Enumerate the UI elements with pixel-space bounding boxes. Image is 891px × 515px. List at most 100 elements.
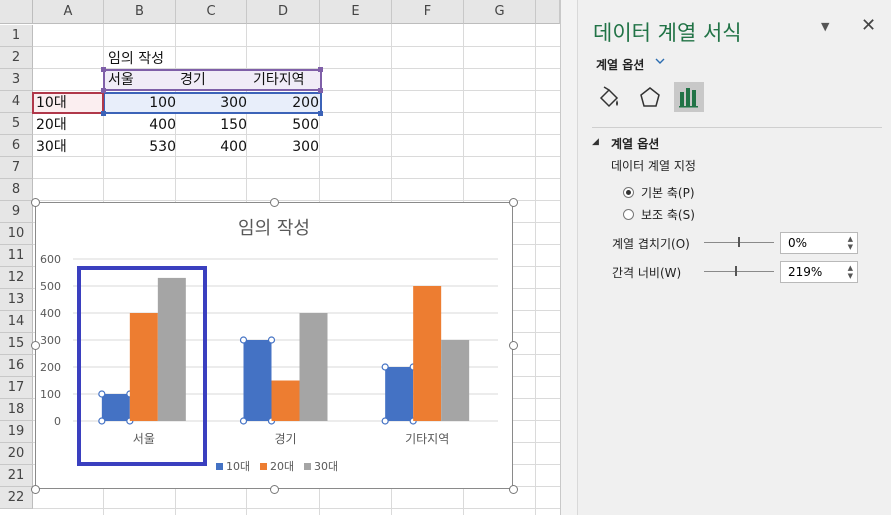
legend-entry[interactable]: 10대: [226, 460, 250, 473]
chevron-down-icon[interactable]: [655, 55, 665, 69]
row-header-11[interactable]: 11: [0, 245, 33, 267]
overlap-spinner[interactable]: 0% ▲ ▼: [780, 232, 858, 254]
spreadsheet-grid[interactable]: ABCDEFG 1 2 3 4 5 6 7 8 9 10 11 12 13 14 15 16 17 18 19 20 2…: [0, 0, 560, 515]
cell-a4[interactable]: 10대: [36, 93, 67, 113]
row-header-15[interactable]: 15: [0, 333, 33, 355]
cell-b5[interactable]: 400: [104, 115, 176, 135]
secondary-axis-radio[interactable]: [623, 209, 634, 220]
selected-series-handle[interactable]: [239, 336, 248, 344]
row-header-17[interactable]: 17: [0, 377, 33, 399]
row-header-4[interactable]: 4: [0, 91, 33, 113]
row-header-12[interactable]: 12: [0, 267, 33, 289]
spin-down-icon[interactable]: ▼: [848, 273, 853, 280]
legend-entry[interactable]: 30대: [314, 460, 338, 473]
chart-resize-handle[interactable]: [509, 341, 518, 350]
cell-d4[interactable]: 200: [247, 93, 319, 113]
cell-b6[interactable]: 530: [104, 137, 176, 157]
chart-resize-handle[interactable]: [509, 485, 518, 494]
row-header-9[interactable]: 9: [0, 201, 33, 223]
overlap-slider-thumb[interactable]: [738, 237, 740, 247]
bar-기타지역-30대[interactable]: [441, 340, 470, 421]
gap-width-slider[interactable]: [704, 271, 774, 272]
row-header-2[interactable]: 2: [0, 47, 33, 69]
primary-axis-radio[interactable]: [623, 187, 634, 198]
section-series-options[interactable]: 계열 옵션: [611, 135, 659, 152]
secondary-axis-label[interactable]: 보조 축(S): [641, 206, 695, 223]
cell-c4[interactable]: 300: [176, 93, 247, 113]
row-header-7[interactable]: 7: [0, 157, 33, 179]
row-header-10[interactable]: 10: [0, 223, 33, 245]
close-icon[interactable]: ✕: [861, 15, 876, 36]
row-header-21[interactable]: 21: [0, 465, 33, 487]
cell-d3[interactable]: 기타지역: [253, 70, 305, 90]
row-header-18[interactable]: 18: [0, 399, 33, 421]
bar-서울-10대[interactable]: [101, 394, 130, 421]
cell-a6[interactable]: 30대: [36, 137, 67, 157]
chart-resize-handle[interactable]: [31, 341, 40, 350]
spin-up-icon[interactable]: ▲: [848, 265, 853, 272]
column-header-e[interactable]: E: [320, 0, 392, 24]
row-header-5[interactable]: 5: [0, 113, 33, 135]
cell-b3[interactable]: 서울: [108, 70, 134, 90]
effects-icon[interactable]: [637, 84, 663, 112]
chart-resize-handle[interactable]: [270, 198, 279, 207]
legend-entry[interactable]: 20대: [270, 460, 294, 473]
bar-서울-30대[interactable]: [157, 277, 186, 421]
chart-resize-handle[interactable]: [31, 485, 40, 494]
cell-c3[interactable]: 경기: [180, 70, 206, 90]
spin-down-icon[interactable]: ▼: [848, 244, 853, 251]
selected-series-handle[interactable]: [267, 336, 276, 344]
column-header-h[interactable]: [536, 0, 560, 24]
selected-series-handle[interactable]: [239, 417, 248, 425]
series-options-dropdown[interactable]: 계열 옵션: [596, 56, 644, 73]
column-header-a[interactable]: A: [33, 0, 104, 24]
cell-c5[interactable]: 150: [176, 115, 247, 135]
row-header-13[interactable]: 13: [0, 289, 33, 311]
bar-경기-10대[interactable]: [243, 340, 272, 421]
spin-up-icon[interactable]: ▲: [848, 236, 853, 243]
row-header-19[interactable]: 19: [0, 421, 33, 443]
row-header-22[interactable]: 22: [0, 487, 33, 509]
gap-width-spinner[interactable]: 219% ▲ ▼: [780, 261, 858, 283]
bar-기타지역-10대[interactable]: [385, 367, 414, 421]
column-header-f[interactable]: F: [392, 0, 464, 24]
overlap-value[interactable]: 0%: [788, 236, 807, 250]
bar-경기-30대[interactable]: [299, 313, 328, 421]
row-header-20[interactable]: 20: [0, 443, 33, 465]
cell-d5[interactable]: 500: [247, 115, 319, 135]
selected-series-handle[interactable]: [381, 417, 389, 425]
bar-서울-20대[interactable]: [129, 313, 158, 421]
chart-resize-handle[interactable]: [270, 485, 279, 494]
column-header-d[interactable]: D: [247, 0, 320, 24]
chart-resize-handle[interactable]: [509, 198, 518, 207]
row-header-1[interactable]: 1: [0, 25, 33, 47]
selected-series-handle[interactable]: [381, 363, 389, 371]
bar-기타지역-20대[interactable]: [413, 286, 442, 421]
select-all-corner[interactable]: [0, 0, 33, 24]
row-header-6[interactable]: 6: [0, 135, 33, 157]
cell-b4[interactable]: 100: [104, 93, 176, 113]
chart-plot[interactable]: 임의 작성 0 100 200 300 400 500 600 서울 경기 기타지역 10대 20대 30…: [36, 203, 512, 488]
row-header-14[interactable]: 14: [0, 311, 33, 333]
cell-b2[interactable]: 임의 작성: [108, 49, 164, 69]
pane-options-chevron-icon[interactable]: ▼: [821, 20, 829, 33]
column-header-c[interactable]: C: [176, 0, 247, 24]
row-header-3[interactable]: 3: [0, 69, 33, 91]
row-header-16[interactable]: 16: [0, 355, 33, 377]
primary-axis-label[interactable]: 기본 축(P): [641, 184, 695, 201]
collapse-triangle-icon[interactable]: ◢: [592, 137, 599, 147]
cell-c6[interactable]: 400: [176, 137, 247, 157]
row-header-8[interactable]: 8: [0, 179, 33, 201]
fill-line-icon[interactable]: [596, 84, 622, 112]
cell-d6[interactable]: 300: [247, 137, 319, 157]
column-header-g[interactable]: G: [464, 0, 536, 24]
selected-series-handle[interactable]: [98, 417, 106, 425]
column-header-b[interactable]: B: [104, 0, 176, 24]
cell-a5[interactable]: 20대: [36, 115, 67, 135]
series-options-icon[interactable]: [674, 82, 704, 112]
gap-width-slider-thumb[interactable]: [735, 266, 737, 276]
selected-series-handle[interactable]: [98, 390, 106, 398]
chart-resize-handle[interactable]: [31, 198, 40, 207]
pane-splitter[interactable]: [560, 0, 578, 515]
embedded-chart[interactable]: 임의 작성 0 100 200 300 400 500 600 서울 경기 기타지역 10대 20대 30…: [35, 202, 513, 489]
